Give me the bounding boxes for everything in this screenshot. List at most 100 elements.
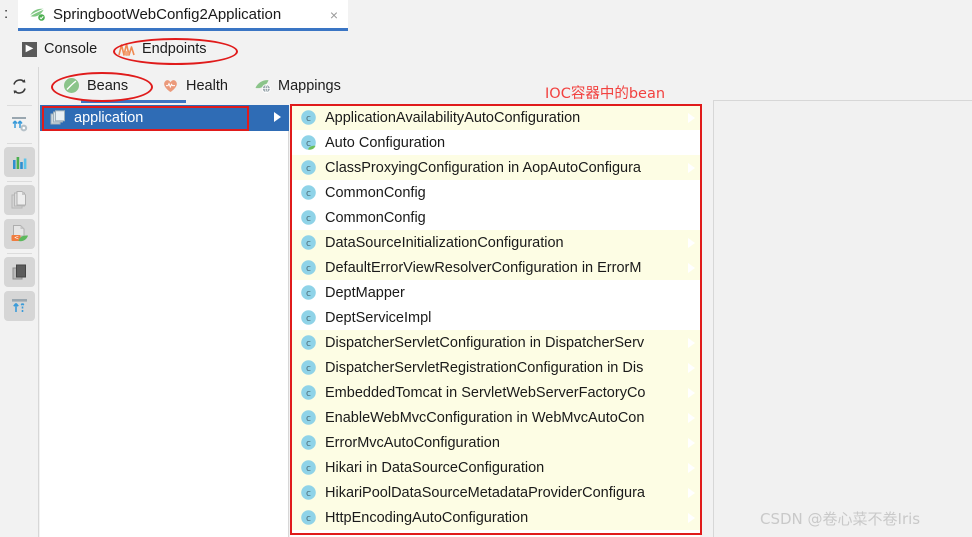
tab-endpoints[interactable]: Endpoints — [118, 37, 207, 61]
svg-text:c: c — [306, 364, 311, 374]
bean-list-scrollbar-track[interactable] — [700, 105, 712, 537]
tab-mappings[interactable]: Mappings — [254, 73, 341, 98]
endpoints-chart-icon — [118, 41, 135, 57]
copy-dark-icon[interactable] — [4, 257, 35, 287]
bean-list-item-label: HikariPoolDataSourceMetadataProviderConf… — [325, 484, 645, 501]
idea-endpoints-window: : SpringbootWebConfig2Application × ▶ Co… — [0, 0, 972, 537]
toolbar-separator-4 — [7, 253, 32, 254]
tree-node-application[interactable]: application — [40, 105, 289, 131]
bean-list-item[interactable]: c DispatcherServletRegistrationConfigurat… — [290, 355, 700, 380]
bean-list-item[interactable]: c DefaultErrorViewResolverConfiguration i… — [290, 255, 700, 280]
chevron-right-icon[interactable] — [688, 113, 695, 123]
chevron-right-icon[interactable] — [688, 263, 695, 273]
expand-all-icon[interactable] — [4, 291, 35, 321]
chevron-right-icon[interactable] — [688, 463, 695, 473]
chevron-right-icon[interactable] — [688, 438, 695, 448]
run-tab-title: SpringbootWebConfig2Application — [53, 5, 282, 23]
bean-list-item-label: DispatcherServletConfiguration in Dispat… — [325, 334, 645, 351]
bean-list-item[interactable]: c DeptMapper — [290, 280, 700, 305]
annotation-label-ioc: IOC容器中的bean — [545, 86, 666, 102]
class-bean-icon: c — [300, 284, 317, 301]
bean-list-item-label: CommonConfig — [325, 209, 426, 226]
bean-list-item[interactable]: c ApplicationAvailabilityAutoConfiguratio… — [290, 105, 700, 130]
bean-list-item[interactable]: c DeptServiceImpl — [290, 305, 700, 330]
bean-list-item[interactable]: c Hikari in DataSourceConfiguration — [290, 455, 700, 480]
tab-beans[interactable]: Beans — [63, 73, 128, 98]
class-bean-icon: c — [300, 234, 317, 251]
chevron-right-icon[interactable] — [688, 488, 695, 498]
toolbar-separator-3 — [7, 181, 32, 182]
class-bean-icon: c — [300, 384, 317, 401]
beans-tree-panel: application — [40, 105, 289, 537]
bar-chart-icon[interactable] — [4, 147, 35, 177]
bean-list-item-label: DeptMapper — [325, 284, 405, 301]
left-icon-toolbar: < — [0, 67, 39, 537]
tab-health-label: Health — [186, 77, 228, 94]
refresh-icon[interactable] — [4, 71, 35, 101]
run-tab-prefix: : — [4, 5, 9, 22]
close-icon[interactable]: × — [330, 7, 338, 23]
class-bean-icon: c — [300, 509, 317, 526]
watermark-text: CSDN @卷心菜不卷Iris — [760, 510, 921, 528]
chevron-right-icon[interactable] — [688, 513, 695, 523]
chevron-right-icon[interactable] — [688, 363, 695, 373]
copy-pages-icon[interactable] — [4, 185, 35, 215]
bean-list-item-label: DataSourceInitializationConfiguration — [325, 234, 564, 251]
class-bean-icon: c — [300, 484, 317, 501]
bean-list-item[interactable]: c CommonConfig — [290, 180, 700, 205]
tab-console[interactable]: ▶ Console — [22, 37, 97, 61]
tab-endpoints-label: Endpoints — [142, 41, 207, 57]
svg-text:c: c — [306, 489, 311, 499]
bean-list-item-label: EnableWebMvcConfiguration in WebMvcAutoC… — [325, 409, 645, 426]
svg-text:c: c — [306, 514, 311, 524]
bean-list-item[interactable]: c DataSourceInitializationConfiguration — [290, 230, 700, 255]
bean-list-item-label: ApplicationAvailabilityAutoConfiguration — [325, 109, 581, 126]
class-bean-icon: c — [300, 209, 317, 226]
svg-text:c: c — [306, 314, 311, 324]
bean-list-item[interactable]: c ClassProxyingConfiguration in AopAutoCo… — [290, 155, 700, 180]
class-bean-icon: c — [300, 409, 317, 426]
run-tab-springboot-application[interactable]: SpringbootWebConfig2Application × — [18, 0, 348, 31]
class-bean-icon: c — [300, 159, 317, 176]
module-icon — [50, 110, 66, 126]
svg-text:c: c — [306, 264, 311, 274]
bean-detail-pane — [713, 100, 972, 537]
class-bean-icon: c — [300, 134, 317, 151]
tree-node-label: application — [74, 110, 144, 126]
bean-list-panel[interactable]: c ApplicationAvailabilityAutoConfiguratio… — [290, 105, 712, 537]
bean-list-item[interactable]: c EmbeddedTomcat in ServletWebServerFacto… — [290, 380, 700, 405]
bean-list-item[interactable]: c ErrorMvcAutoConfiguration — [290, 430, 700, 455]
bean-list-item[interactable]: c HttpEncodingAutoConfiguration — [290, 505, 700, 530]
bean-list-item-label: Hikari in DataSourceConfiguration — [325, 459, 545, 476]
svg-text:c: c — [306, 464, 311, 474]
class-bean-icon: c — [300, 334, 317, 351]
bean-list-item-label: DefaultErrorViewResolverConfiguration in… — [325, 259, 642, 276]
bean-list-item[interactable]: c Auto Configuration — [290, 130, 700, 155]
chevron-right-icon[interactable] — [688, 163, 695, 173]
bean-list-item[interactable]: c EnableWebMvcConfiguration in WebMvcAuto… — [290, 405, 700, 430]
bean-list-item-label: DeptServiceImpl — [325, 309, 432, 326]
chevron-right-icon[interactable] — [688, 238, 695, 248]
class-bean-icon: c — [300, 259, 317, 276]
console-endpoints-tab-bar: ▶ Console Endpoints — [0, 31, 972, 67]
tab-health[interactable]: Health — [162, 73, 228, 98]
mappings-globe-icon — [254, 77, 271, 94]
expand-collapse-icon[interactable] — [4, 109, 35, 139]
bean-list-item-label: DispatcherServletRegistrationConfigurati… — [325, 359, 644, 376]
chevron-right-icon[interactable] — [274, 112, 281, 122]
chevron-right-icon[interactable] — [688, 413, 695, 423]
class-bean-icon: c — [300, 459, 317, 476]
bean-list-item[interactable]: c HikariPoolDataSourceMetadataProviderCon… — [290, 480, 700, 505]
bean-list-item[interactable]: c CommonConfig — [290, 205, 700, 230]
tab-beans-label: Beans — [87, 77, 129, 94]
svg-text:c: c — [306, 414, 311, 424]
bean-list-item[interactable]: c DispatcherServletConfiguration in Dispa… — [290, 330, 700, 355]
export-spring-icon[interactable]: < — [4, 219, 35, 249]
svg-text:c: c — [306, 239, 311, 249]
console-icon: ▶ — [22, 41, 37, 57]
chevron-right-icon[interactable] — [688, 338, 695, 348]
tab-beans-selected-indicator — [81, 100, 186, 103]
bean-list-item-label: ErrorMvcAutoConfiguration — [325, 434, 500, 451]
chevron-right-icon[interactable] — [688, 388, 695, 398]
bean-list-item-label: HttpEncodingAutoConfiguration — [325, 509, 529, 526]
